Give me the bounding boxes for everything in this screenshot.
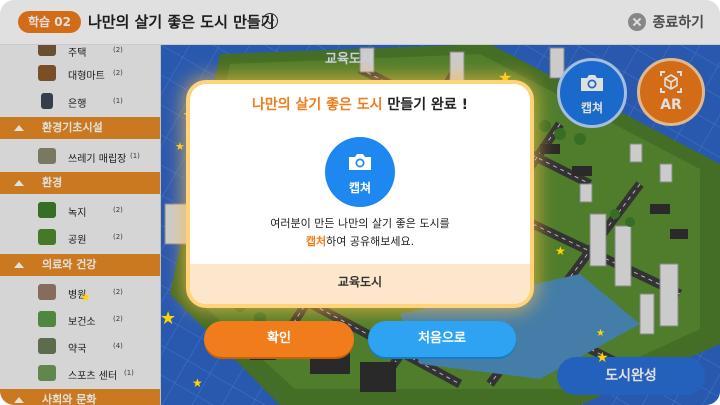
modal-message-line1: 여러분이 만든 나만의 살기 좋은 도시를 [270, 217, 450, 230]
star-icon: ★ [80, 290, 91, 304]
star-icon: ★ [596, 350, 609, 366]
camera-icon [349, 154, 371, 170]
star-icon: ★ [160, 308, 177, 329]
star-icon: ★ [596, 328, 605, 339]
completion-modal: 나만의 살기 좋은 도시 만들기 완료 ! 캡쳐 여러분이 만든 나만의 살기 … [190, 84, 530, 304]
star-icon: ★ [555, 244, 566, 258]
modal-capture-label: 캡쳐 [348, 181, 372, 195]
modal-message-line2: 캡처하여 공유해보세요. [305, 235, 415, 248]
modal-title-rest: 만들기 완료 ! [382, 97, 468, 113]
star-icon: ★ [192, 376, 203, 390]
modal-message: 여러분이 만든 나만의 살기 좋은 도시를 캡처하여 공유해보세요. [190, 215, 530, 251]
restart-button[interactable]: 처음으로 [368, 321, 516, 357]
star-icon: ★ [175, 140, 185, 153]
confirm-button[interactable]: 확인 [204, 321, 354, 357]
modal-title-highlight: 나만의 살기 좋은 도시 [252, 97, 383, 113]
app-frame: 학습 02 나만의 살기 좋은 도시 만들기 종료하기 주택 (2) 대형마트 … [0, 0, 720, 405]
modal-title: 나만의 살기 좋은 도시 만들기 완료 ! [190, 94, 530, 114]
modal-capture-button[interactable]: 캡쳐 [325, 137, 395, 207]
modal-city-name: 교육도시 [190, 264, 530, 304]
